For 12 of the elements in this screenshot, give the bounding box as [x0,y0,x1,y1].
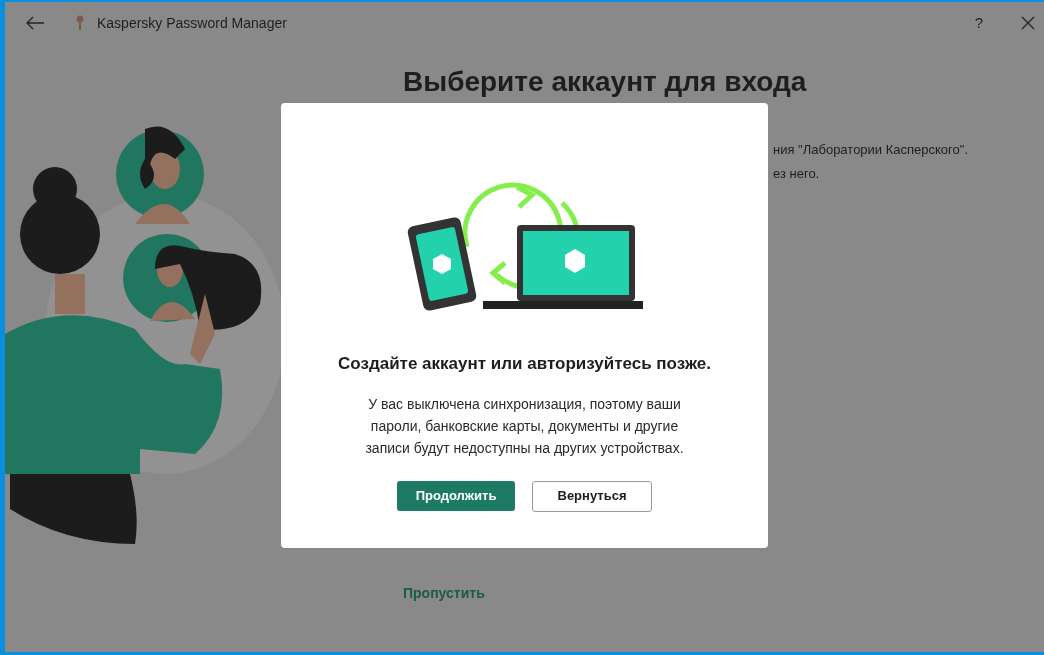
close-icon[interactable] [1021,16,1035,30]
help-button[interactable]: ? [966,11,991,35]
page-heading: Выберите аккаунт для входа [403,68,807,96]
continue-button[interactable]: Продолжить [397,480,515,511]
window-title: Kaspersky Password Manager [97,13,287,33]
back-icon[interactable] [25,16,45,30]
key-icon [75,15,85,31]
back-button[interactable]: Вернуться [532,480,652,512]
dialog-title: Создайте аккаунт или авторизуйтесь позже. [338,353,711,375]
description-text: ез него. [773,164,821,183]
dialog-message: У вас выключена синхронизация, поэтому ваши пароли, банковские карты, документы и другие записи будут недоступны на других устройствах. [364,394,685,458]
description-text: ния "Лаборатории Касперского". [773,141,968,159]
